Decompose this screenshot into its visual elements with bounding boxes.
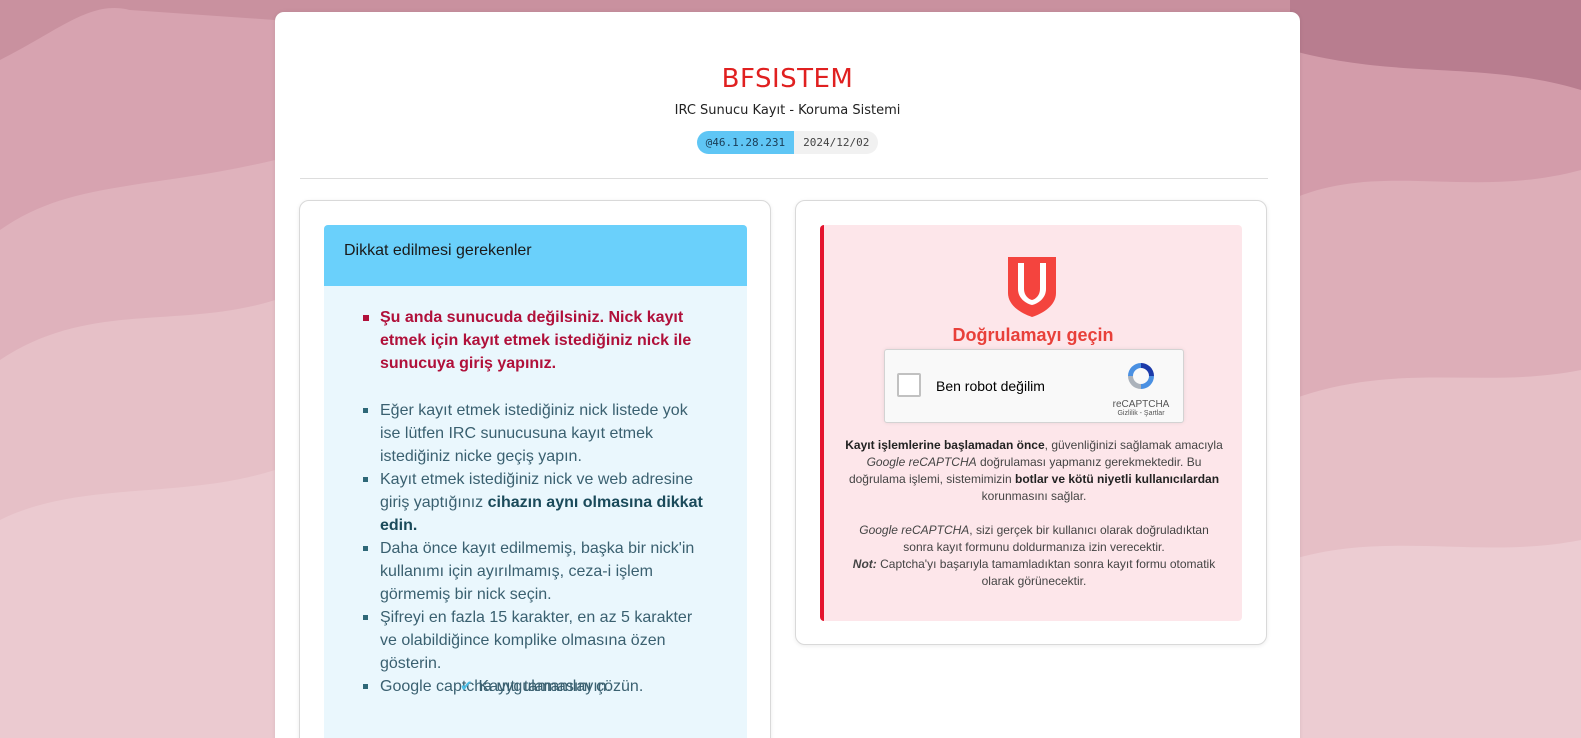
recaptcha-logo: reCAPTCHA Gizlilik - Şartlar bbox=[1109, 360, 1173, 417]
note-label: Not: bbox=[852, 557, 877, 571]
rule-item: Eğer kayıt etmek istediğiniz nick listed… bbox=[361, 399, 711, 468]
recaptcha-brand: reCAPTCHA bbox=[1112, 399, 1170, 410]
verify-note: Not: Captcha'yı başarıyla tamamladıktan … bbox=[844, 556, 1224, 590]
emphasis-text: botlar ve kötü niyetli kullanıcılardan bbox=[1014, 472, 1220, 486]
emphasis-text: Kayıt işlemlerine başlamadan önce bbox=[845, 438, 1045, 452]
notice-panel: Dikkat edilmesi gerekenler Şu anda sunuc… bbox=[299, 200, 771, 738]
body-text: Captcha'yı başarıyla tamamladıktan sonra… bbox=[876, 557, 1216, 588]
verify-box: Doğrulamayı geçin Ben robot değilim reCA… bbox=[820, 225, 1242, 621]
shield-icon bbox=[1008, 257, 1056, 317]
rule-item: Şifreyi en fazla 15 karakter, en az 5 ka… bbox=[361, 606, 711, 675]
complete-label: Kayıtı tamamlayın. bbox=[478, 678, 612, 695]
recaptcha-checkbox[interactable] bbox=[897, 373, 921, 397]
header-divider bbox=[300, 178, 1268, 179]
verify-paragraph-1: Kayıt işlemlerine başlamadan önce, güven… bbox=[844, 437, 1224, 505]
body-text: , güvenliğinizi sağlamak amacıyla bbox=[1044, 438, 1223, 452]
recaptcha-links[interactable]: Gizlilik - Şartlar bbox=[1109, 410, 1173, 417]
check-icon: ✔ bbox=[459, 678, 473, 695]
italic-text: Google reCAPTCHA bbox=[866, 455, 977, 469]
warning-list: Şu anda sunucuda değilsiniz. Nick kayıt … bbox=[361, 306, 711, 375]
rule-item: Kayıt etmek istediğiniz nick ve web adre… bbox=[361, 468, 711, 537]
recaptcha-widget: Ben robot değilim reCAPTCHA Gizlilik - Ş… bbox=[884, 349, 1184, 423]
notice-box: Dikkat edilmesi gerekenler Şu anda sunuc… bbox=[324, 225, 747, 738]
complete-registration: ✔ Kayıtı tamamlayın. bbox=[324, 677, 747, 696]
verify-title: Doğrulamayı geçin bbox=[952, 325, 1114, 345]
ip-badge: @46.1.28.231 bbox=[696, 131, 795, 154]
rule-item: Daha önce kayıt edilmemiş, başka bir nic… bbox=[361, 537, 711, 606]
warning-item: Şu anda sunucuda değilsiniz. Nick kayıt … bbox=[361, 306, 711, 375]
meta-badges: @46.1.28.231 2024/12/02 bbox=[275, 131, 1300, 154]
verify-paragraph-2: Google reCAPTCHA, sizi gerçek bir kullan… bbox=[844, 522, 1224, 556]
rules-list: Eğer kayıt etmek istediğiniz nick listed… bbox=[361, 399, 711, 698]
recaptcha-label: Ben robot değilim bbox=[936, 378, 1045, 394]
italic-text: Google reCAPTCHA bbox=[859, 523, 970, 537]
notice-heading: Dikkat edilmesi gerekenler bbox=[324, 225, 747, 286]
recaptcha-icon bbox=[1128, 363, 1154, 389]
site-subtitle: IRC Sunucu Kayıt - Koruma Sistemi bbox=[674, 103, 901, 118]
date-badge: 2024/12/02 bbox=[794, 131, 879, 154]
body-text: korunmasını sağlar. bbox=[981, 489, 1087, 503]
verify-panel: Doğrulamayı geçin Ben robot değilim reCA… bbox=[795, 200, 1267, 645]
main-card: BFSISTEM IRC Sunucu Kayıt - Koruma Siste… bbox=[275, 12, 1300, 738]
site-title: BFSISTEM bbox=[721, 64, 854, 94]
